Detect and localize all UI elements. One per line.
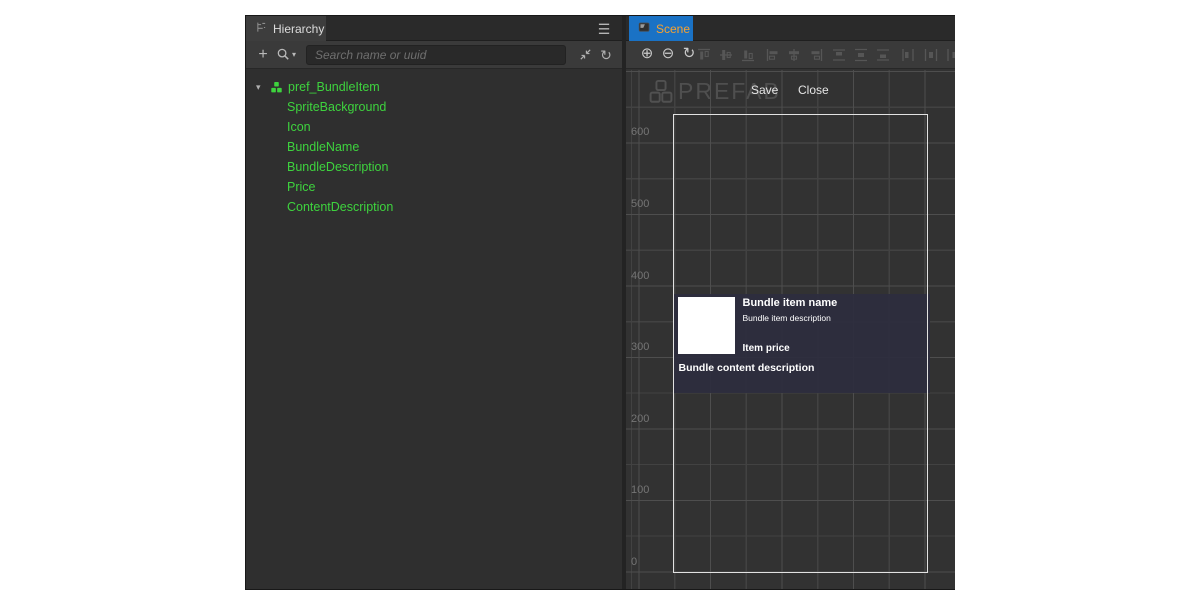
bundle-name-label: Bundle item name <box>743 297 838 309</box>
ruler-label-0: 0 <box>631 556 637 568</box>
align-bottom-icon[interactable] <box>740 47 756 63</box>
scene-canvas[interactable]: 600 500 400 300 200 100 0 PREFAB Save Close Bu… <box>626 70 955 589</box>
hierarchy-tab-label: Hierarchy <box>273 22 324 36</box>
chevron-down-icon: ▾ <box>292 50 296 59</box>
save-button[interactable]: Save <box>751 83 778 97</box>
scene-tab-icon <box>638 21 651 37</box>
tree-item-label: Icon <box>287 120 311 134</box>
tab-hierarchy[interactable]: Hierarchy <box>246 16 326 41</box>
align-left-icon[interactable] <box>765 47 781 63</box>
tree-item-root[interactable]: ▾ pref_BundleItem <box>246 77 622 97</box>
ruler-label-300: 300 <box>631 341 649 353</box>
tree-item-icon[interactable]: Icon <box>246 117 622 137</box>
bundle-icon-placeholder <box>678 297 735 354</box>
ruler-label-600: 600 <box>631 126 649 138</box>
tree-item-label: pref_BundleItem <box>288 80 380 94</box>
search-input[interactable] <box>306 45 566 65</box>
tree-item-label: ContentDescription <box>287 200 393 214</box>
tree-item-label: Price <box>287 180 315 194</box>
zoom-in-icon[interactable]: ⊕ <box>638 45 656 63</box>
search-filter-button[interactable]: ▾ <box>276 47 302 62</box>
expand-arrow-icon[interactable]: ▾ <box>256 82 270 93</box>
scene-tabbar: Scene <box>626 16 955 41</box>
tree-item-price[interactable]: Price <box>246 177 622 197</box>
editor-window: Hierarchy ☰ + ▾ ↻ ▾ pref_BundleIt <box>245 15 955 590</box>
scene-panel: Scene ⊕⊖↻ 600 500 400 300 200 100 0 PREFAB Sav… <box>626 16 955 589</box>
distribute-bottom-icon[interactable] <box>875 47 891 63</box>
tree-item-label: SpriteBackground <box>287 100 386 114</box>
align-h-center-icon[interactable] <box>786 47 802 63</box>
scene-tab-label: Scene <box>656 22 690 36</box>
distribute-h-center-icon[interactable] <box>923 47 939 63</box>
panel-menu-icon[interactable]: ☰ <box>596 21 612 37</box>
bundle-description-label: Bundle item description <box>743 313 831 323</box>
ruler-label-100: 100 <box>631 484 649 496</box>
distribute-v-center-icon[interactable] <box>853 47 869 63</box>
hierarchy-panel: Hierarchy ☰ + ▾ ↻ ▾ pref_BundleIt <box>246 16 622 589</box>
bundle-price-label: Item price <box>743 343 790 354</box>
tree-item-bundledescription[interactable]: BundleDescription <box>246 157 622 177</box>
hierarchy-tree: ▾ pref_BundleItem SpriteBackground Icon Bu… <box>246 70 622 589</box>
hierarchy-toolbar: + ▾ ↻ <box>246 41 622 69</box>
ruler-label-500: 500 <box>631 198 649 210</box>
ruler-label-400: 400 <box>631 270 649 282</box>
tree-item-bundlename[interactable]: BundleName <box>246 137 622 157</box>
prefab-cube-icon <box>270 81 285 94</box>
distribute-left-icon[interactable] <box>900 47 916 63</box>
zoom-out-icon[interactable]: ⊖ <box>659 45 677 63</box>
tree-item-label: BundleName <box>287 140 359 154</box>
scene-toolbar: ⊕⊖↻ <box>626 41 955 69</box>
align-right-icon[interactable] <box>808 47 824 63</box>
prefab-edit-bar: PREFAB Save Close <box>626 77 955 107</box>
align-v-center-icon[interactable] <box>718 47 734 63</box>
add-node-button[interactable]: + <box>254 46 272 64</box>
distribute-right-icon[interactable] <box>945 47 955 63</box>
hierarchy-tree-icon <box>255 21 268 37</box>
close-button[interactable]: Close <box>798 83 829 97</box>
distribute-top-icon[interactable] <box>831 47 847 63</box>
tree-item-spritebackground[interactable]: SpriteBackground <box>246 97 622 117</box>
tree-item-contentdescription[interactable]: ContentDescription <box>246 197 622 217</box>
prefab-logo-icon <box>648 79 674 105</box>
align-top-icon[interactable] <box>696 47 712 63</box>
refresh-icon[interactable]: ↻ <box>598 47 614 63</box>
hierarchy-tree-children: SpriteBackground Icon BundleName BundleDesc… <box>246 97 622 217</box>
ruler-label-200: 200 <box>631 413 649 425</box>
hierarchy-tabbar: Hierarchy ☰ <box>246 16 622 41</box>
bundle-item-preview[interactable]: Bundle item name Bundle item description… <box>674 294 930 393</box>
tab-scene[interactable]: Scene <box>629 16 693 41</box>
bundle-content-description-label: Bundle content description <box>679 362 815 374</box>
search-icon <box>276 47 291 62</box>
collapse-all-icon[interactable] <box>578 47 594 63</box>
tree-item-label: BundleDescription <box>287 160 388 174</box>
